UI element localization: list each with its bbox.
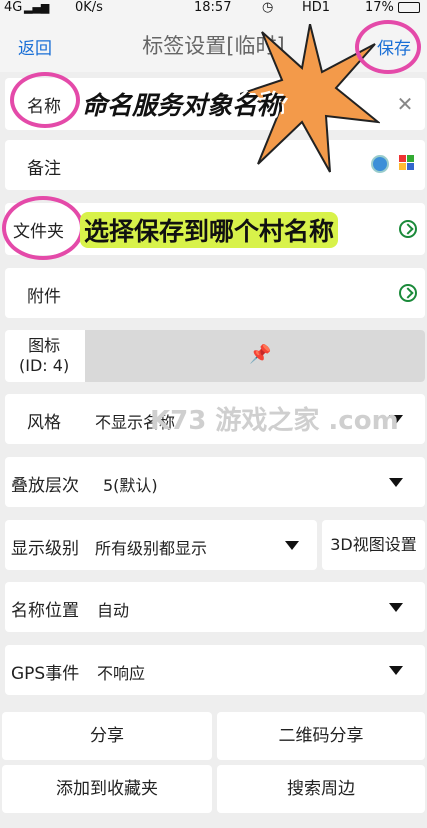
stack-value: 5(默认) [103, 476, 158, 495]
folder-hint-annotation: 选择保存到哪个村名称 [80, 212, 339, 248]
pin-icon: 📌 [249, 344, 272, 365]
qr-share-button[interactable]: 二维码分享 [217, 712, 425, 760]
chevron-right-icon[interactable] [399, 220, 417, 238]
note-label: 备注 [27, 159, 61, 179]
icon-preview[interactable]: 📌 [85, 330, 425, 382]
icon-row: 图标 (ID: 4) 📌 [5, 330, 425, 382]
name-position-value: 自动 [97, 601, 130, 620]
icon-label: 图标 (ID: 4) [19, 336, 70, 375]
style-label: 风格 [27, 413, 61, 433]
share-button[interactable]: 分享 [2, 712, 212, 760]
dropdown-arrow-icon[interactable] [285, 541, 299, 550]
name-position-label: 名称位置 [11, 601, 79, 621]
battery-level: 17% [365, 0, 394, 15]
clear-icon[interactable]: ✕ [395, 94, 415, 114]
carrier-label: HD1 [302, 0, 331, 15]
name-position-row[interactable]: 名称位置 自动 [5, 582, 425, 632]
level-row[interactable]: 显示级别 所有级别都显示 [5, 520, 317, 570]
level-value: 所有级别都显示 [95, 539, 208, 558]
network-speed: 0K/s [75, 0, 103, 15]
battery-icon [398, 2, 420, 13]
clock: 18:57 [194, 0, 232, 15]
gps-event-label: GPS事件 [11, 664, 80, 684]
level-label: 显示级别 [11, 539, 79, 559]
network-indicator: 4G [4, 0, 23, 15]
status-bar: 4G ▂▄▆ 0K/s 18:57 ◷ HD1 17% [0, 0, 427, 18]
dropdown-arrow-icon[interactable] [389, 666, 403, 675]
signal-icon: ▂▄▆ [24, 1, 50, 14]
style-value: 不显示名称 [95, 413, 176, 432]
3d-view-settings-button[interactable]: 3D视图设置 [322, 520, 425, 570]
name-highlight-circle [10, 72, 80, 128]
name-hint-annotation: 命名服务对象名称 [82, 91, 283, 120]
dropdown-arrow-icon[interactable] [389, 415, 403, 424]
stack-label: 叠放层次 [11, 476, 79, 496]
apps-icon[interactable] [399, 155, 415, 173]
search-nearby-button[interactable]: 搜索周边 [217, 765, 425, 813]
dropdown-arrow-icon[interactable] [389, 603, 403, 612]
attachment-label: 附件 [27, 287, 61, 307]
dropdown-arrow-icon[interactable] [389, 478, 403, 487]
gps-event-value: 不响应 [97, 664, 146, 683]
alarm-icon: ◷ [262, 0, 274, 15]
chevron-right-icon[interactable] [399, 284, 417, 302]
save-highlight-circle [355, 20, 421, 74]
folder-highlight-circle [2, 196, 84, 260]
gps-event-row[interactable]: GPS事件 不响应 [5, 645, 425, 695]
add-favorite-button[interactable]: 添加到收藏夹 [2, 765, 212, 813]
style-row[interactable]: 风格 不显示名称 [5, 394, 425, 444]
attachment-row[interactable]: 附件 [5, 268, 425, 318]
stack-row[interactable]: 叠放层次 5(默认) [5, 457, 425, 507]
